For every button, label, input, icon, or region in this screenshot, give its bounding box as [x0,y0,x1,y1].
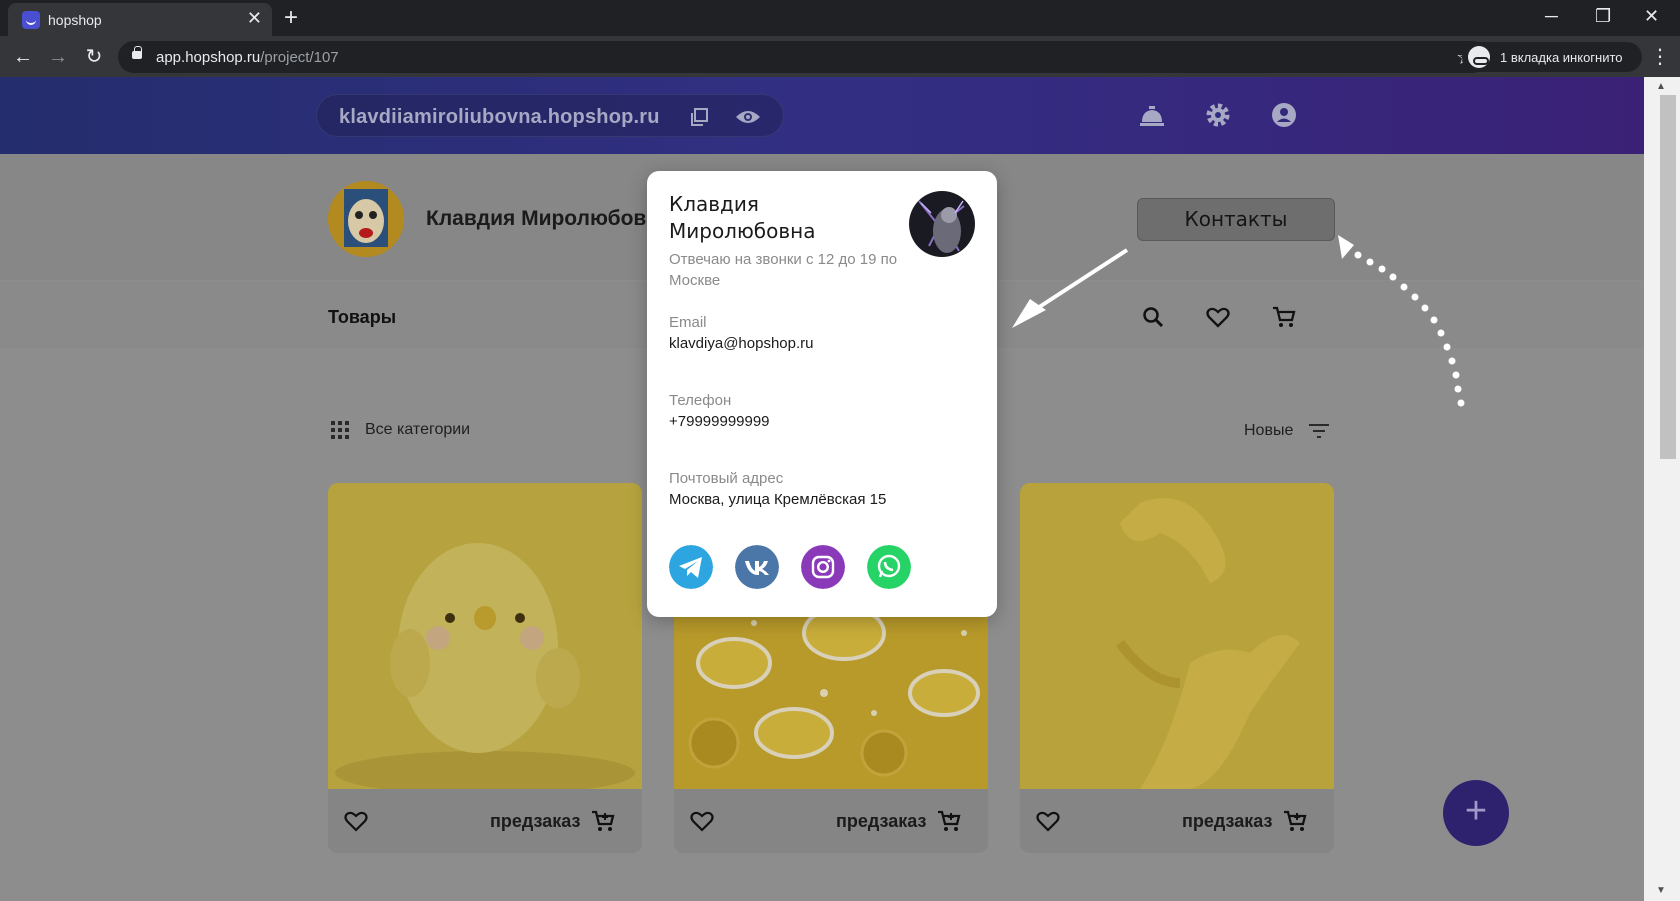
scroll-up-icon[interactable]: ▲ [1656,81,1666,92]
scroll-down-icon[interactable]: ▼ [1656,885,1666,896]
url-text[interactable]: app.hopshop.ru/project/107 [156,49,339,66]
window-restore-button[interactable]: ❐ [1595,4,1611,28]
annotation-arrows [1012,235,1465,407]
tab-title: hopshop [48,12,102,28]
lock-icon [132,46,142,59]
window-minimize-button[interactable]: ─ [1545,4,1558,28]
browser-menu-icon[interactable]: ⋮ [1650,44,1670,69]
back-icon[interactable]: ← [10,44,36,70]
incognito-icon [1468,46,1490,68]
hopshop-favicon-icon [22,11,40,29]
browser-tab[interactable]: hopshop ✕ [8,3,272,36]
reload-icon[interactable]: ↻ [81,44,107,70]
tab-close-button[interactable]: ✕ [247,8,262,28]
page-viewport: klavdiiamiroliubovna.hopshop.ru Клавдия … [0,77,1644,901]
scroll-thumb[interactable] [1660,95,1676,459]
new-tab-button[interactable]: + [284,4,298,32]
address-bar[interactable]: app.hopshop.ru/project/107 ☆ [118,41,1488,73]
browser-tab-bar: hopshop ✕ + ─ ❐ ✕ [0,0,1680,36]
browser-toolbar: ← → ↻ app.hopshop.ru/project/107 ☆ 1 вкл… [0,36,1680,77]
incognito-label: 1 вкладка инкогнито [1500,50,1623,65]
window-close-button[interactable]: ✕ [1644,4,1659,28]
forward-icon[interactable]: → [45,44,71,70]
incognito-badge[interactable]: 1 вкладка инкогнито [1462,42,1642,72]
page-scrollbar[interactable]: ▲ ▼ [1644,77,1680,901]
